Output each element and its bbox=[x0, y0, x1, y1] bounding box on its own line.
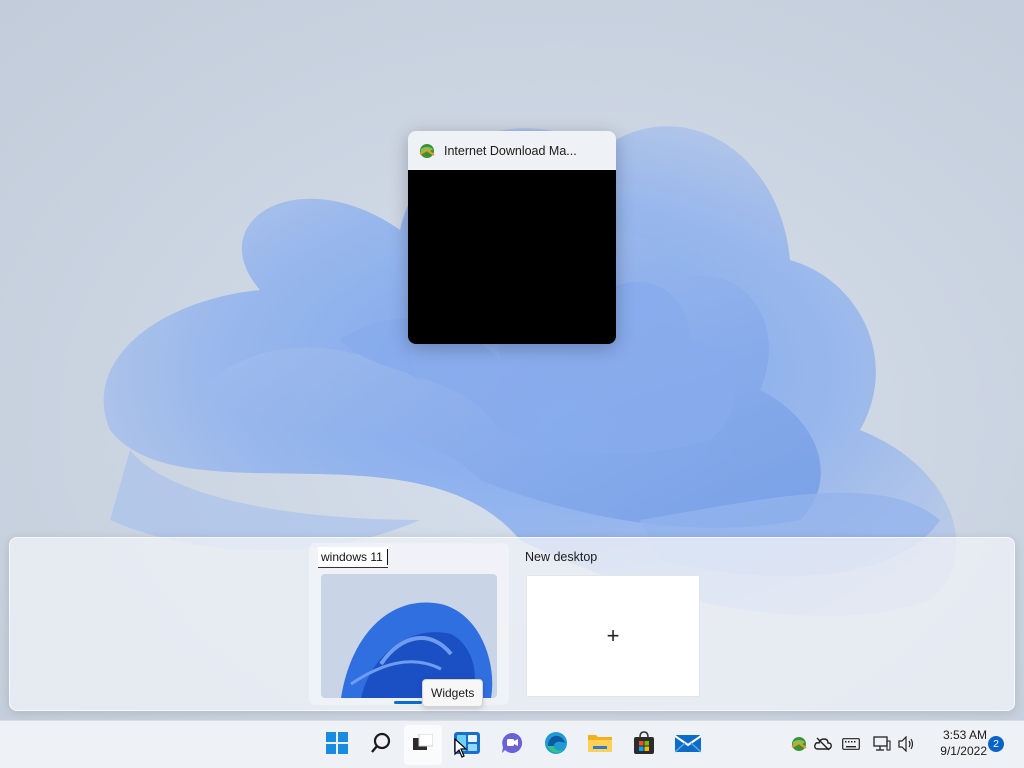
file-explorer-button[interactable] bbox=[581, 725, 619, 765]
network-icon[interactable] bbox=[873, 735, 891, 753]
idm-globe-icon bbox=[418, 142, 436, 160]
mail-button[interactable] bbox=[669, 725, 707, 765]
idm-tray-icon[interactable] bbox=[790, 735, 808, 753]
folder-icon bbox=[587, 732, 613, 759]
clock-date: 9/1/2022 bbox=[940, 744, 987, 758]
virtual-desktops-panel bbox=[9, 537, 1015, 711]
window-title: Internet Download Ma... bbox=[444, 143, 577, 158]
new-desktop-button[interactable]: + bbox=[526, 575, 700, 697]
teams-chat-button[interactable] bbox=[493, 725, 531, 765]
widgets-tooltip: Widgets bbox=[422, 679, 484, 707]
clock-time: 3:53 AM bbox=[942, 728, 987, 742]
search-button[interactable] bbox=[362, 725, 400, 765]
new-desktop-label: New desktop bbox=[525, 550, 598, 564]
window-thumbnail-titlebar[interactable]: Internet Download Ma... bbox=[408, 131, 616, 170]
store-icon bbox=[632, 730, 656, 760]
search-icon bbox=[370, 732, 392, 759]
volume-icon[interactable] bbox=[898, 735, 916, 753]
keyboard-icon[interactable] bbox=[842, 735, 860, 753]
window-thumbnail-idm[interactable]: Internet Download Ma... bbox=[408, 131, 616, 344]
edge-icon bbox=[544, 731, 568, 760]
active-desktop-indicator bbox=[394, 701, 422, 704]
chat-icon bbox=[500, 731, 524, 760]
notification-badge[interactable]: 2 bbox=[988, 736, 1004, 752]
store-button[interactable] bbox=[625, 725, 663, 765]
mail-icon bbox=[674, 733, 702, 758]
desktop-name-input[interactable] bbox=[318, 547, 388, 568]
task-view-icon bbox=[413, 733, 434, 757]
plus-icon: + bbox=[606, 623, 620, 648]
taskbar bbox=[0, 720, 1024, 768]
clock[interactable]: 3:53 AM 9/1/2022 bbox=[927, 727, 987, 759]
text-cursor bbox=[387, 549, 388, 565]
start-button[interactable] bbox=[318, 725, 356, 765]
mouse-cursor bbox=[454, 737, 468, 763]
task-view-button[interactable] bbox=[404, 725, 442, 765]
edge-button[interactable] bbox=[537, 725, 575, 765]
onedrive-offline-icon[interactable] bbox=[814, 735, 832, 753]
windows-logo-icon bbox=[326, 731, 348, 759]
window-preview[interactable] bbox=[408, 170, 616, 344]
